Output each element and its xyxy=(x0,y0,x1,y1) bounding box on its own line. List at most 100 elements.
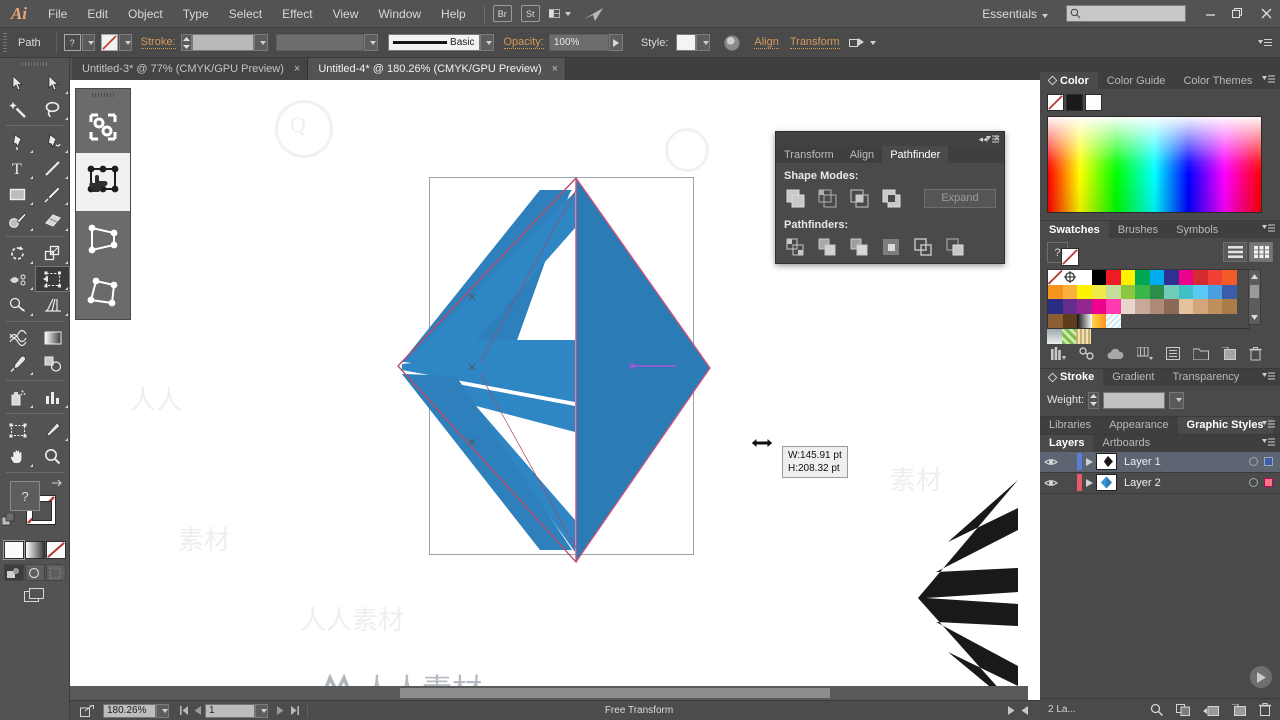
swatch-item[interactable] xyxy=(1062,313,1077,328)
search-adobe-stock-icon[interactable] xyxy=(583,6,605,22)
cloud-icon[interactable] xyxy=(1107,348,1124,360)
color-panel-menu[interactable] xyxy=(1262,75,1275,84)
color-mode-none[interactable] xyxy=(45,541,66,559)
layer-target-indicator[interactable] xyxy=(1249,478,1258,487)
swatch-item[interactable] xyxy=(1178,284,1193,299)
free-transform-button[interactable] xyxy=(76,153,130,211)
create-new-layer-icon[interactable] xyxy=(1232,703,1246,716)
swatch-item[interactable] xyxy=(1077,284,1092,299)
unite-button[interactable] xyxy=(784,187,806,209)
widget-grip[interactable] xyxy=(76,89,130,101)
swatch-item[interactable] xyxy=(1106,270,1121,285)
scale-tool[interactable] xyxy=(35,240,70,266)
tools-panel-grip[interactable] xyxy=(0,58,69,70)
swatch-item[interactable] xyxy=(1077,299,1092,314)
swatch-item[interactable] xyxy=(1207,299,1222,314)
pen-tool[interactable] xyxy=(0,129,35,155)
stroke-profile-field[interactable] xyxy=(275,34,364,51)
lasso-tool[interactable] xyxy=(35,96,70,122)
tab-gradient[interactable]: Gradient xyxy=(1103,369,1163,386)
opacity-options-button[interactable] xyxy=(608,34,623,51)
free-transform-tool[interactable] xyxy=(35,266,70,292)
pathfinder-panel-menu[interactable] xyxy=(986,135,999,144)
appearance-panel-menu[interactable] xyxy=(1262,420,1275,429)
swatch-item[interactable] xyxy=(1207,284,1222,299)
magic-wand-tool[interactable] xyxy=(0,96,35,122)
next-artboard-button[interactable] xyxy=(273,704,287,718)
exclude-button[interactable] xyxy=(880,187,902,209)
color-mode-color[interactable] xyxy=(3,541,24,559)
swatch-gradient[interactable] xyxy=(1091,313,1106,328)
swatch-item[interactable] xyxy=(1222,270,1237,285)
tool-status-text[interactable]: Free Transform xyxy=(314,705,1004,716)
merge-button[interactable] xyxy=(848,236,870,258)
layer-name[interactable]: Layer 2 xyxy=(1117,477,1249,489)
swatch-item[interactable] xyxy=(1135,270,1150,285)
width-tool[interactable] xyxy=(0,266,35,292)
blend-tool[interactable] xyxy=(35,351,70,377)
swatch-item[interactable] xyxy=(1178,270,1193,285)
workspace-switcher[interactable]: Essentials xyxy=(978,7,1052,21)
layer-selection-indicator[interactable] xyxy=(1264,457,1273,466)
tab-graphic-styles[interactable]: Graphic Styles xyxy=(1177,416,1273,434)
swatch-item[interactable] xyxy=(1120,284,1135,299)
color-spectrum[interactable] xyxy=(1047,116,1262,213)
opacity-label[interactable]: Opacity: xyxy=(503,36,544,49)
menu-window[interactable]: Window xyxy=(368,0,431,28)
menu-select[interactable]: Select xyxy=(219,0,272,28)
swatch-item[interactable] xyxy=(1149,284,1164,299)
intersect-button[interactable] xyxy=(848,187,870,209)
shaper-tool[interactable] xyxy=(0,207,35,233)
stroke-swatch-button[interactable] xyxy=(100,34,118,51)
swatch-libraries-icon[interactable] xyxy=(1051,347,1066,360)
document-tab-1[interactable]: Untitled-3* @ 77% (CMYK/GPU Preview) × xyxy=(72,58,309,80)
fill-swatch-button[interactable]: ? xyxy=(63,34,81,51)
perspective-distort-button[interactable] xyxy=(76,211,130,266)
last-artboard-button[interactable] xyxy=(287,704,301,718)
stroke-dropdown[interactable] xyxy=(118,34,132,51)
constrain-toggle-button[interactable] xyxy=(76,101,130,153)
zoom-tool[interactable] xyxy=(35,443,70,469)
new-color-group-icon[interactable] xyxy=(1193,347,1209,360)
line-segment-tool[interactable] xyxy=(35,155,70,181)
artboard-dropdown[interactable] xyxy=(255,703,268,718)
swatch-grid[interactable] xyxy=(1047,269,1250,329)
restore-button[interactable] xyxy=(1224,0,1252,28)
stock-button[interactable]: St xyxy=(520,5,540,22)
layers-panel-menu[interactable] xyxy=(1262,438,1275,447)
create-new-sublayer-icon[interactable] xyxy=(1203,704,1219,716)
close-button[interactable] xyxy=(1252,0,1280,28)
rotate-tool[interactable] xyxy=(0,240,35,266)
free-distort-button[interactable] xyxy=(76,266,130,318)
status-next-icon[interactable] xyxy=(1004,704,1018,718)
stroke-panel-menu[interactable] xyxy=(1262,372,1275,381)
artboard-number-field[interactable]: 1 xyxy=(205,703,255,718)
swatch-item[interactable] xyxy=(1062,299,1077,314)
graphic-style-dropdown[interactable] xyxy=(696,34,711,51)
swatch-options-icon[interactable] xyxy=(1166,347,1180,360)
swatch-item[interactable] xyxy=(1091,270,1106,285)
swatch-item[interactable] xyxy=(1120,299,1135,314)
swatch-item[interactable] xyxy=(1222,299,1237,314)
fill-dropdown[interactable] xyxy=(81,34,95,51)
document-tab-2-close-icon[interactable]: × xyxy=(552,63,558,75)
tab-swatches[interactable]: Swatches xyxy=(1040,221,1109,238)
swatch-pattern[interactable] xyxy=(1061,329,1076,344)
make-clipping-mask-icon[interactable] xyxy=(1176,703,1190,716)
tab-transform[interactable]: Transform xyxy=(776,146,842,163)
swatch-item[interactable] xyxy=(1178,299,1193,314)
fill-swatch[interactable]: ? xyxy=(10,481,40,511)
stroke-weight-stepper[interactable] xyxy=(180,34,192,51)
trim-button[interactable] xyxy=(816,236,838,258)
minus-front-button[interactable] xyxy=(816,187,838,209)
swatch-item[interactable] xyxy=(1135,284,1150,299)
status-menu-icon[interactable] xyxy=(1018,704,1032,718)
tab-stroke[interactable]: Stroke xyxy=(1040,368,1104,386)
graphic-style-swatch[interactable] xyxy=(676,34,697,51)
select-similar-objects-icon[interactable] xyxy=(848,36,866,50)
stroke-profile-dropdown[interactable] xyxy=(363,34,378,51)
swatch-item[interactable] xyxy=(1193,299,1208,314)
layer-name[interactable]: Layer 1 xyxy=(1117,456,1249,468)
gradient-tool[interactable] xyxy=(35,325,70,351)
tab-color[interactable]: Color xyxy=(1040,72,1098,89)
